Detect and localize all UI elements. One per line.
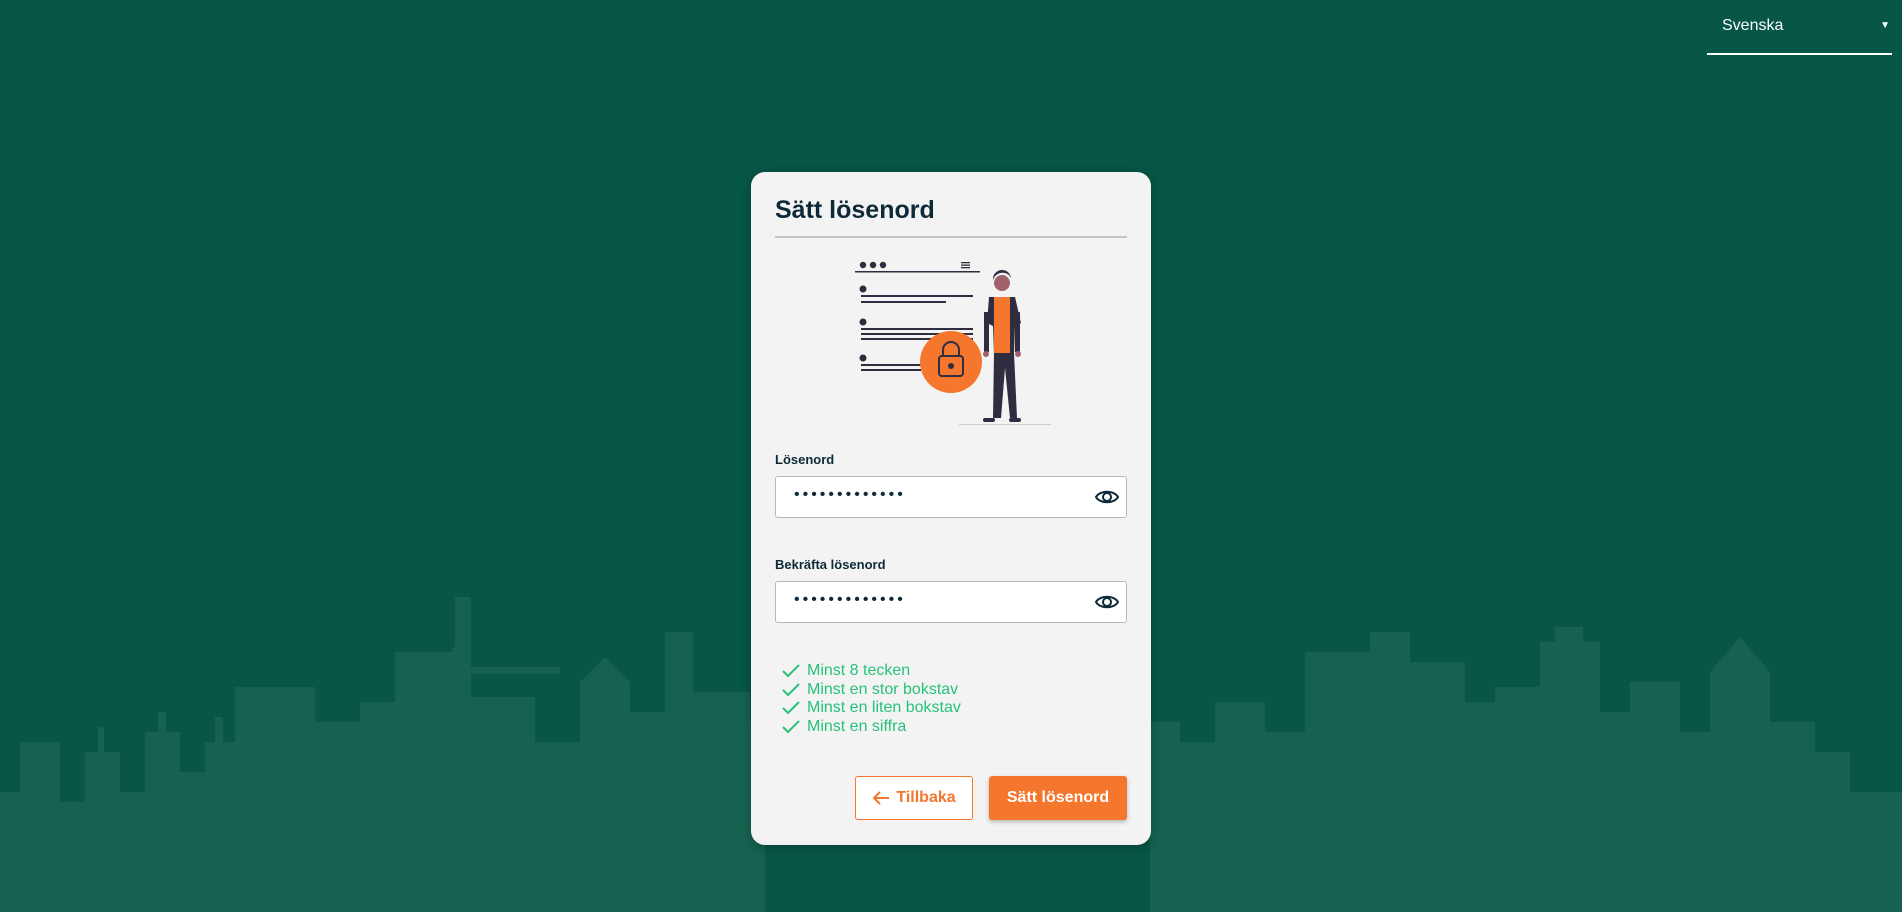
arrow-left-icon — [872, 791, 890, 805]
checkmark-icon — [782, 664, 800, 678]
password-masked-value: ••••••••••••• — [794, 486, 906, 503]
requirement-text: Minst en siffra — [807, 717, 907, 735]
requirement-text: Minst en liten bokstav — [807, 699, 961, 717]
language-select[interactable]: Svenska ▼ — [1707, 0, 1892, 55]
requirement-item: Minst en liten bokstav — [782, 699, 961, 718]
language-select-value: Svenska — [1722, 17, 1784, 34]
password-input[interactable]: ••••••••••••• — [775, 476, 1127, 518]
requirement-item: Minst en stor bokstav — [782, 681, 961, 700]
chevron-down-icon: ▼ — [1880, 20, 1890, 31]
password-label: Lösenord — [775, 452, 835, 467]
requirement-item: Minst en siffra — [782, 718, 961, 737]
confirm-password-label: Bekräfta lösenord — [775, 557, 886, 572]
checkmark-icon — [782, 701, 800, 715]
set-password-button[interactable]: Sätt lösenord — [989, 776, 1127, 820]
password-security-illustration — [855, 261, 1051, 425]
page-title: Sätt lösenord — [775, 196, 935, 224]
checkmark-icon — [782, 683, 800, 697]
requirement-text: Minst en stor bokstav — [807, 680, 959, 698]
back-button-label: Tillbaka — [896, 789, 956, 806]
eye-icon[interactable] — [1094, 590, 1120, 614]
confirm-password-masked-value: ••••••••••••• — [794, 591, 906, 608]
requirement-text: Minst 8 tecken — [807, 662, 911, 680]
checkmark-icon — [782, 720, 800, 734]
set-password-button-label: Sätt lösenord — [1006, 789, 1110, 806]
title-divider — [775, 236, 1127, 238]
back-button[interactable]: Tillbaka — [855, 776, 973, 820]
requirement-item: Minst 8 tecken — [782, 662, 961, 681]
password-requirements-list: Minst 8 tecken Minst en stor bokstav Min… — [782, 662, 961, 736]
eye-icon[interactable] — [1094, 485, 1120, 509]
confirm-password-input[interactable]: ••••••••••••• — [775, 581, 1127, 623]
set-password-card: Sätt lösenord Lösenord ••••••••••••• Bek… — [751, 172, 1151, 845]
